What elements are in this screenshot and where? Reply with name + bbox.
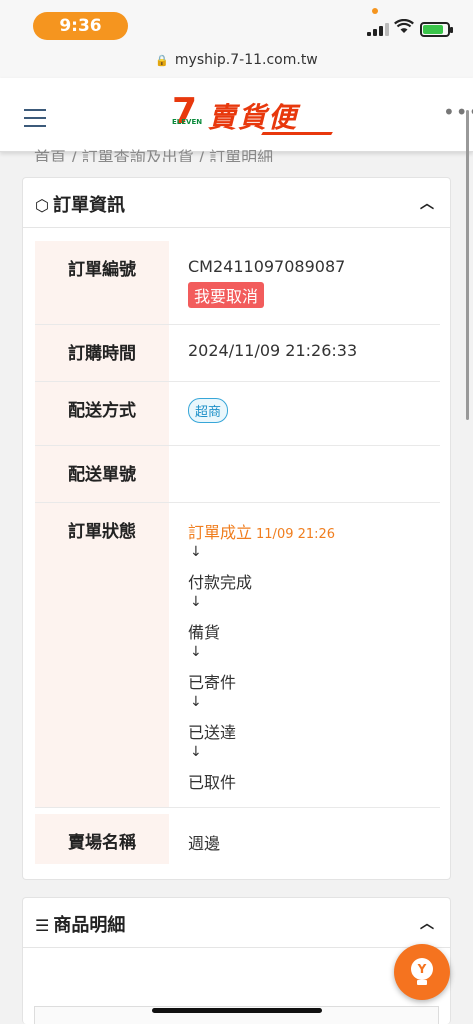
card-title: 商品明細	[53, 915, 126, 936]
row-delivery-no: 配送單號	[35, 446, 440, 503]
wifi-icon	[394, 18, 414, 39]
order-info-card: ⬡ 訂單資訊 ︿ 訂單編號 CM2411097089087 我要取消 訂購時間 2…	[22, 177, 451, 880]
row-label: 訂單狀態	[35, 503, 169, 807]
arrow-down-icon: ↓	[190, 544, 202, 560]
arrow-down-icon: ↓	[190, 644, 202, 660]
lightbulb-icon: Y	[411, 958, 433, 980]
box-icon: ⬡	[35, 196, 49, 215]
logo-seven: 7	[172, 91, 198, 132]
arrow-down-icon: ↓	[190, 744, 202, 760]
lock-icon: 🔒	[155, 54, 169, 67]
row-order-no: 訂單編號 CM2411097089087 我要取消	[35, 241, 440, 325]
row-label: 訂單編號	[35, 241, 169, 324]
product-detail-header[interactable]: ☰ 商品明細 ︿	[23, 898, 450, 948]
order-info-header[interactable]: ⬡ 訂單資訊 ︿	[23, 178, 450, 228]
status-step: 付款完成	[188, 573, 253, 592]
logo-underline	[261, 132, 333, 135]
arrow-down-icon: ↓	[190, 694, 202, 710]
order-number: CM2411097089087	[188, 257, 346, 276]
status-step: 備貨	[188, 623, 221, 642]
row-label: 賣場名稱	[35, 814, 169, 864]
breadcrumb[interactable]: 首頁 / 訂單查詢及出貨 / 訂單明細	[34, 144, 273, 162]
store-name: 週邊	[188, 834, 221, 853]
url-text: myship.7-11.com.tw	[174, 52, 318, 68]
status-time: 9:36	[33, 12, 128, 40]
card-title: 訂單資訊	[52, 195, 125, 216]
row-order-status: 訂單狀態 訂單成立 11/09 21:26 ↓ 付款完成 ↓ 備貨 ↓ 已寄件 ↓…	[35, 503, 440, 808]
arrow-down-icon: ↓	[190, 594, 202, 610]
order-time: 2024/11/09 21:26:33	[188, 341, 358, 360]
battery-icon	[420, 22, 453, 37]
privacy-indicator-icon	[372, 8, 378, 14]
status-bar: 9:36	[0, 0, 473, 48]
cancel-order-button[interactable]: 我要取消	[188, 282, 265, 308]
status-step: 已寄件	[188, 673, 237, 692]
address-bar[interactable]: 🔒 myship.7-11.com.tw	[0, 48, 473, 78]
row-store-name: 賣場名稱 週邊	[35, 814, 440, 864]
logo-text: 賣貨便	[208, 101, 299, 134]
list-icon: ☰	[35, 916, 50, 935]
scrollbar[interactable]	[466, 110, 469, 420]
logo-eleven: ELEVEN	[172, 118, 203, 126]
product-detail-card: ☰ 商品明細 ︿	[22, 897, 451, 1024]
row-delivery-method: 配送方式 超商	[35, 382, 440, 446]
logo[interactable]: 7 ELEVEN 賣貨便	[172, 94, 337, 138]
row-order-time: 訂購時間 2024/11/09 21:26:33	[35, 325, 440, 382]
row-label: 配送單號	[35, 446, 169, 502]
help-fab-button[interactable]: Y	[394, 944, 450, 1000]
row-label: 訂購時間	[35, 325, 169, 381]
chevron-up-icon[interactable]: ︿	[420, 913, 434, 933]
status-time: 11/09 21:26	[256, 527, 336, 542]
status-step: 已取件	[188, 773, 237, 792]
status-step: 已送達	[188, 723, 237, 742]
signal-icon	[367, 22, 389, 36]
delivery-tag: 超商	[188, 398, 229, 423]
row-label: 配送方式	[35, 382, 169, 445]
site-header: 7 ELEVEN 賣貨便 •••	[0, 78, 473, 152]
status-timeline: 訂單成立 11/09 21:26 ↓ 付款完成 ↓ 備貨 ↓ 已寄件 ↓ 已送達 …	[188, 519, 335, 794]
home-indicator[interactable]	[152, 1008, 322, 1013]
chevron-up-icon[interactable]: ︿	[420, 193, 434, 213]
menu-icon[interactable]	[24, 109, 46, 127]
status-step: 訂單成立 11/09 21:26	[188, 523, 336, 542]
